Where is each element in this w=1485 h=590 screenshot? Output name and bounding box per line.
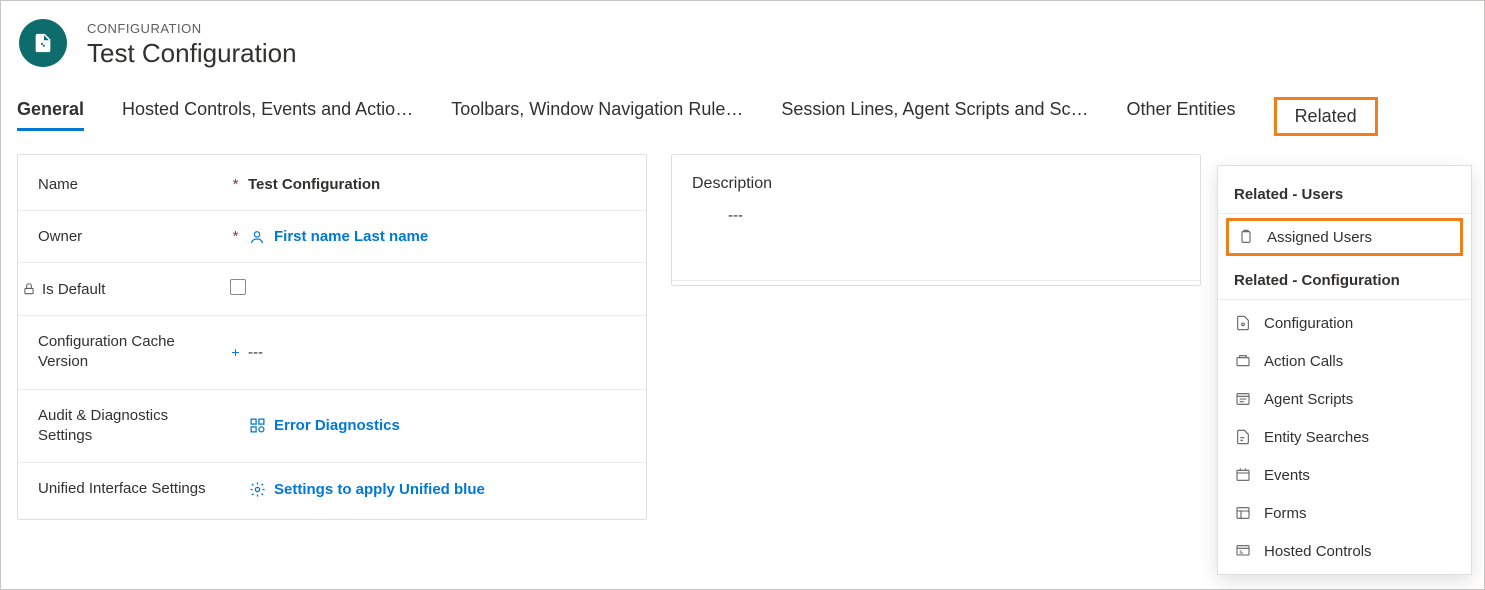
person-icon	[248, 228, 266, 246]
clipboard-icon	[1237, 228, 1255, 246]
field-description[interactable]: Description ---	[672, 159, 1200, 281]
recommended-marker: +	[223, 344, 248, 360]
page-title: Test Configuration	[87, 38, 297, 69]
dropdown-item-agent-scripts[interactable]: Agent Scripts	[1218, 380, 1471, 418]
controls-icon	[1234, 542, 1252, 560]
dropdown-item-entity-searches[interactable]: Entity Searches	[1218, 418, 1471, 456]
breadcrumb: CONFIGURATION	[87, 21, 297, 36]
script-icon	[1234, 390, 1252, 408]
field-name-value: Test Configuration	[248, 176, 626, 193]
dropdown-heading-configuration: Related - Configuration	[1218, 264, 1471, 300]
related-dropdown: Related - Users Assigned Users Related -…	[1217, 165, 1472, 575]
dropdown-item-assigned-users[interactable]: Assigned Users	[1226, 218, 1463, 256]
field-description-label: Description	[692, 175, 1180, 193]
tab-related[interactable]: Related	[1274, 97, 1378, 136]
field-cache-value: ---	[248, 344, 626, 361]
required-marker: *	[223, 228, 248, 245]
field-unified-interface-settings[interactable]: Unified Interface Settings Settings to a…	[18, 463, 646, 515]
entity-icon	[19, 19, 67, 67]
action-icon	[1234, 352, 1252, 370]
tab-other-entities[interactable]: Other Entities	[1127, 99, 1236, 131]
form-icon	[1234, 504, 1252, 522]
tab-bar: General Hosted Controls, Events and Acti…	[1, 69, 1484, 134]
dropdown-item-configuration[interactable]: Configuration	[1218, 304, 1471, 342]
search-doc-icon	[1234, 428, 1252, 446]
field-audit-label: Audit & Diagnostics Settings	[38, 406, 223, 447]
field-owner[interactable]: Owner * First name Last name	[18, 211, 646, 263]
dropdown-item-events[interactable]: Events	[1218, 456, 1471, 494]
field-uis-label: Unified Interface Settings	[38, 479, 206, 499]
tab-general[interactable]: General	[17, 99, 84, 131]
field-name[interactable]: Name * Test Configuration	[18, 159, 646, 211]
settings-gear-icon	[248, 480, 266, 498]
tab-hosted-controls[interactable]: Hosted Controls, Events and Actio…	[122, 99, 413, 131]
dropdown-heading-users: Related - Users	[1218, 178, 1471, 214]
field-owner-value[interactable]: First name Last name	[248, 228, 626, 246]
tab-session-lines[interactable]: Session Lines, Agent Scripts and Sc…	[781, 99, 1088, 131]
field-audit-value[interactable]: Error Diagnostics	[248, 417, 626, 435]
field-description-value: ---	[692, 193, 1180, 262]
dropdown-item-forms[interactable]: Forms	[1218, 494, 1471, 532]
field-cache-version[interactable]: Configuration Cache Version + ---	[18, 316, 646, 390]
dropdown-item-action-calls[interactable]: Action Calls	[1218, 342, 1471, 380]
form-panel: Name * Test Configuration Owner * First …	[17, 154, 647, 520]
document-gear-icon	[1234, 314, 1252, 332]
dropdown-item-hosted-controls[interactable]: Hosted Controls	[1218, 532, 1471, 570]
tab-toolbars[interactable]: Toolbars, Window Navigation Rule…	[451, 99, 743, 131]
required-marker: *	[223, 176, 248, 193]
field-is-default[interactable]: Is Default	[18, 263, 646, 316]
field-name-label: Name	[38, 176, 78, 193]
lock-icon	[20, 280, 38, 298]
events-icon	[1234, 466, 1252, 484]
is-default-checkbox[interactable]	[230, 279, 246, 295]
description-panel: Description ---	[671, 154, 1201, 286]
field-is-default-label: Is Default	[42, 281, 105, 298]
field-audit-settings[interactable]: Audit & Diagnostics Settings Error Diagn…	[18, 390, 646, 464]
field-owner-label: Owner	[38, 228, 82, 245]
field-cache-label: Configuration Cache Version	[38, 332, 223, 373]
page-header: CONFIGURATION Test Configuration	[1, 1, 1484, 69]
diagnostics-icon	[248, 417, 266, 435]
field-uis-value[interactable]: Settings to apply Unified blue	[248, 480, 626, 498]
